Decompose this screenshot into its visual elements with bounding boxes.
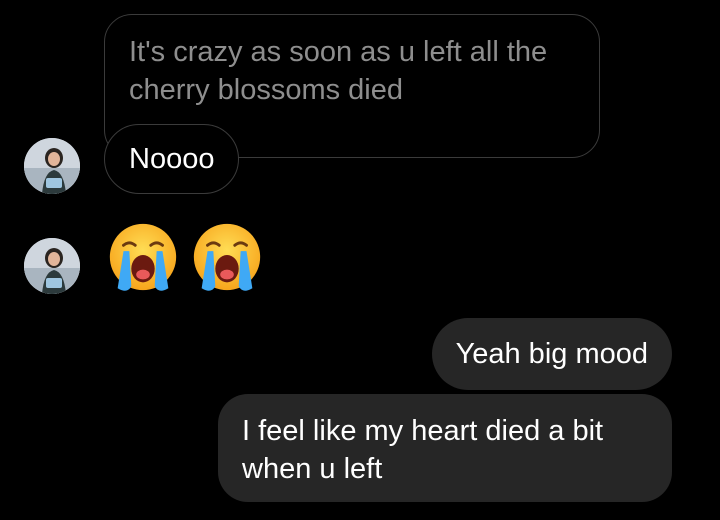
emoji-message[interactable]	[104, 218, 266, 296]
replied-message-text: It's crazy as soon as u left all the che…	[129, 36, 548, 106]
contact-avatar[interactable]	[24, 238, 80, 294]
chat-thread: It's crazy as soon as u left all the che…	[0, 0, 720, 520]
loudly-crying-face-icon	[109, 223, 177, 291]
received-message-text: Noooo	[129, 142, 215, 175]
contact-photo	[24, 138, 80, 194]
contact-photo	[24, 238, 80, 294]
loudly-crying-face-icon	[193, 223, 261, 291]
received-message-bubble[interactable]: Noooo	[104, 124, 240, 194]
sent-message-text: I feel like my heart died a bit when u l…	[242, 415, 604, 485]
contact-avatar[interactable]	[24, 138, 80, 194]
sent-message-bubble[interactable]: I feel like my heart died a bit when u l…	[218, 394, 672, 502]
sent-message-text: Yeah big mood	[455, 337, 648, 370]
sent-message-bubble[interactable]: Yeah big mood	[431, 318, 672, 390]
